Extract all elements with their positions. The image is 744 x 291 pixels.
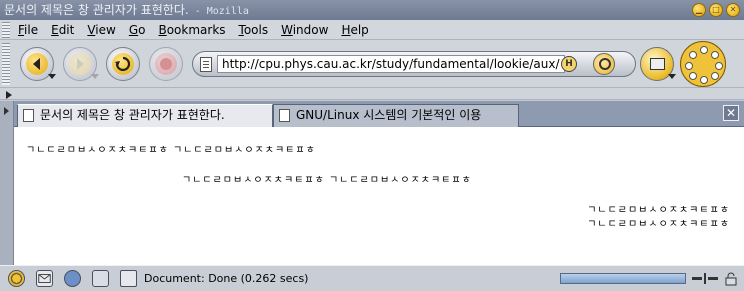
back-dropdown-icon[interactable] (48, 74, 56, 79)
sidebar-collapsed[interactable] (0, 101, 14, 265)
window-title: 문서의 제목은 창 관리자가 표현한다. (4, 3, 189, 17)
toolbar-grip[interactable] (2, 22, 10, 38)
title-bar: 문서의 제목은 창 관리자가 표현한다. - Mozilla ▁ □ ✕ (0, 0, 744, 20)
forward-button[interactable] (63, 47, 99, 81)
minimize-button[interactable]: ▁ (692, 3, 706, 17)
personal-toolbar (0, 88, 744, 100)
menu-view[interactable]: View (87, 20, 122, 40)
menu-window[interactable]: Window (281, 20, 335, 40)
menu-list: File Edit View Go Bookmarks Tools Window… (18, 20, 382, 40)
url-bar: http://cpu.phys.cau.ac.kr/study/fundamen… (192, 51, 636, 77)
online-status-icon[interactable] (120, 270, 137, 287)
close-window-button[interactable]: ✕ (726, 3, 740, 17)
text-line-right: ㄱㄴㄷㄹㅁㅂㅅㅇㅈㅊㅋㅌㅍㅎ (587, 219, 730, 230)
status-bar: Document: Done (0.262 secs) (0, 265, 744, 291)
maximize-button[interactable]: □ (709, 3, 723, 17)
history-dropdown-button[interactable]: H (561, 56, 577, 72)
back-button[interactable] (20, 47, 56, 81)
back-arrow-icon (26, 53, 48, 75)
status-text: Document: Done (0.262 secs) (144, 272, 309, 285)
menu-bar: File Edit View Go Bookmarks Tools Window… (0, 20, 744, 58)
tab-label: 문서의 제목은 창 관리자가 표현한다. (40, 108, 225, 122)
tab-label: GNU/Linux 시스템의 기본적인 이용 (296, 108, 482, 122)
menu-bookmarks[interactable]: Bookmarks (158, 20, 232, 40)
progress-meter (560, 273, 686, 284)
print-dropdown-icon[interactable] (668, 74, 676, 79)
document-icon (23, 109, 34, 122)
connection-icon[interactable] (692, 273, 718, 284)
document-icon (279, 109, 290, 122)
menu-edit[interactable]: Edit (51, 20, 81, 40)
stop-button[interactable] (149, 47, 183, 81)
window-controls: ▁ □ ✕ (692, 3, 740, 17)
menu-help[interactable]: Help (341, 20, 375, 40)
text-line-right: ㄱㄴㄷㄹㅁㅂㅅㅇㅈㅊㅋㅌㅍㅎ (587, 205, 730, 216)
page-content: ㄱㄴㄷㄹㅁㅂㅅㅇㅈㅊㅋㅌㅍㅎ ㄱㄴㄷㄹㅁㅂㅅㅇㅈㅊㅋㅌㅍㅎ ㄱㄴㄷㄹㅁㅂㅅㅇㅈㅊ… (14, 127, 744, 265)
text-line-center: ㄱㄴㄷㄹㅁㅂㅅㅇㅈㅊㅋㅌㅍㅎ ㄱㄴㄷㄹㅁㅂㅅㅇㅈㅊㅋㅌㅍㅎ (182, 175, 472, 186)
menu-file[interactable]: File (18, 20, 45, 40)
security-lock-icon[interactable] (724, 272, 738, 286)
mail-icon[interactable] (36, 270, 53, 287)
tab-gnu-linux[interactable]: GNU/Linux 시스템의 기본적인 이용 (273, 104, 519, 127)
forward-dropdown-icon[interactable] (91, 74, 99, 79)
sidebar-toggle-icon[interactable] (4, 107, 9, 115)
reload-icon (112, 53, 134, 75)
printer-icon (650, 58, 665, 70)
browser-window: 문서의 제목은 창 관리자가 표현한다. - Mozilla ▁ □ ✕ Fil… (0, 0, 744, 291)
url-input[interactable]: http://cpu.phys.cau.ac.kr/study/fundamen… (217, 55, 565, 73)
stop-icon (155, 53, 177, 75)
tab-strip: 문서의 제목은 창 관리자가 표현한다. GNU/Linux 시스템의 기본적인… (14, 101, 744, 127)
forward-arrow-icon (69, 53, 91, 75)
composer-icon[interactable] (64, 270, 81, 287)
throbber-icon[interactable] (680, 41, 726, 87)
menu-tools[interactable]: Tools (239, 20, 276, 40)
navigation-toolbar: http://cpu.phys.cau.ac.kr/study/fundamen… (0, 40, 744, 88)
reload-button[interactable] (106, 47, 140, 81)
navbar-grip[interactable] (2, 43, 10, 85)
search-icon[interactable] (593, 53, 615, 75)
window-title-suffix: - Mozilla (188, 6, 249, 17)
print-button[interactable] (640, 47, 676, 81)
menu-go[interactable]: Go (129, 20, 153, 40)
page-proxy-icon[interactable] (200, 57, 212, 72)
expand-toolbar-icon[interactable] (6, 91, 12, 99)
text-line-left: ㄱㄴㄷㄹㅁㅂㅅㅇㅈㅊㅋㅌㅍㅎ ㄱㄴㄷㄹㅁㅂㅅㅇㅈㅊㅋㅌㅍㅎ (26, 145, 316, 156)
navigator-icon[interactable] (8, 270, 25, 287)
address-book-icon[interactable] (92, 270, 109, 287)
tab-active[interactable]: 문서의 제목은 창 관리자가 표현한다. (17, 104, 273, 127)
close-tab-button[interactable]: ✕ (723, 105, 739, 121)
